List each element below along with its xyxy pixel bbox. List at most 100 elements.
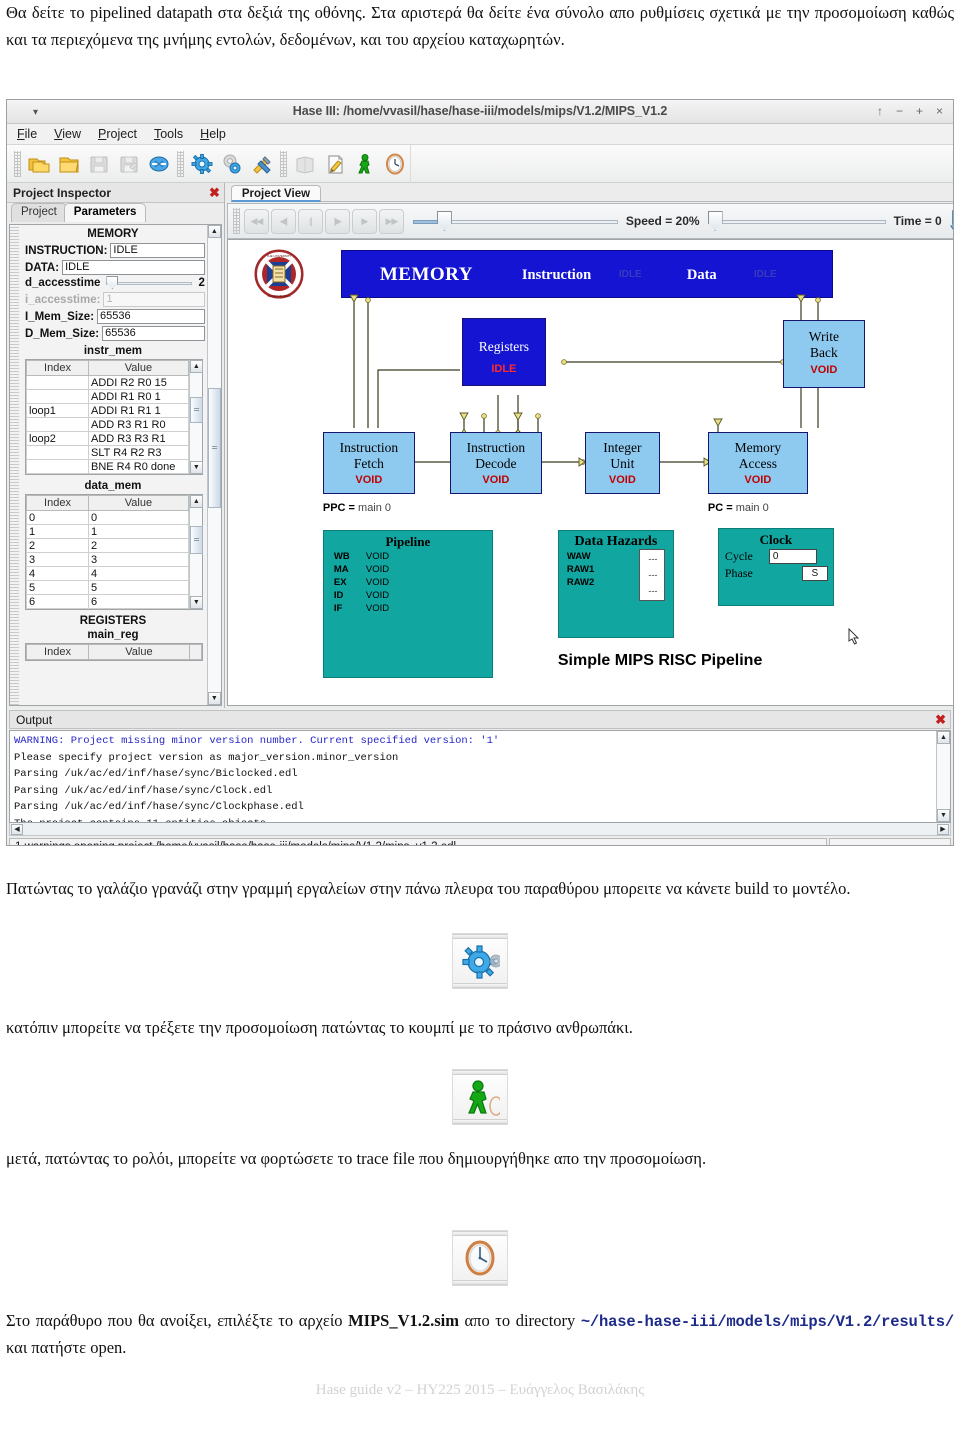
- speed-slider[interactable]: [412, 210, 618, 232]
- close-icon[interactable]: ✖: [209, 186, 220, 199]
- table-row[interactable]: loop2 ADD R3 R3 R1: [26, 431, 189, 446]
- scroll-down-icon[interactable]: ▼: [189, 596, 203, 609]
- slider-knob[interactable]: [436, 211, 452, 231]
- restore-icon[interactable]: ↑: [877, 104, 883, 118]
- step-forward-icon[interactable]: |▶: [324, 208, 350, 234]
- close-project-icon[interactable]: [145, 150, 173, 178]
- toolbar-grip-3[interactable]: [280, 150, 287, 177]
- time-slider[interactable]: [707, 210, 886, 232]
- i-mem-size-value[interactable]: 65536: [97, 309, 205, 324]
- scroll-up-icon[interactable]: ▲: [937, 731, 950, 744]
- column-header-value[interactable]: Value: [88, 495, 189, 511]
- output-vscrollbar[interactable]: ▲ ▼: [936, 731, 950, 822]
- slider-knob[interactable]: [707, 211, 723, 231]
- table-row[interactable]: ADDI R2 R0 15: [26, 375, 189, 390]
- data-value[interactable]: IDLE: [62, 260, 205, 275]
- tools-icon[interactable]: [248, 150, 276, 178]
- column-header-index[interactable]: Index: [26, 360, 89, 376]
- table-row[interactable]: 44: [26, 566, 189, 581]
- menu-item-help[interactable]: Help: [200, 127, 226, 141]
- tab-project-view[interactable]: Project View: [230, 185, 322, 202]
- open-folder-icon[interactable]: [55, 150, 83, 178]
- scroll-down-icon[interactable]: ▼: [189, 461, 203, 474]
- table-row[interactable]: BNE R4 R0 done: [26, 459, 189, 474]
- tab-project[interactable]: Project: [11, 203, 67, 222]
- scroll-right-icon[interactable]: ▶: [937, 823, 949, 835]
- clock-panel[interactable]: Clock Cycle 0 Phase S: [717, 528, 834, 606]
- fast-forward-icon[interactable]: ▶▶: [378, 208, 404, 234]
- integer-unit-block[interactable]: Integer Unit VOID: [584, 432, 660, 494]
- open-project-icon[interactable]: [25, 150, 53, 178]
- instruction-value[interactable]: IDLE: [110, 243, 205, 258]
- play-icon[interactable]: ▶: [351, 208, 377, 234]
- data-hazards-panel[interactable]: Data Hazards WAW RAW1 RAW2 --- --- ---: [557, 530, 674, 638]
- close-icon[interactable]: ×: [936, 104, 943, 118]
- scrollbar-track[interactable]: [189, 508, 203, 596]
- memory-unit-block[interactable]: MEMORY Instruction IDLE Data IDLE: [340, 250, 833, 298]
- scrollbar-track[interactable]: [207, 238, 221, 692]
- scroll-up-icon[interactable]: ▲: [189, 495, 203, 508]
- scroll-up-icon[interactable]: ▲: [189, 360, 203, 373]
- memory-access-block[interactable]: Memory Access VOID: [707, 432, 808, 494]
- toolbar-grip-2[interactable]: [177, 150, 184, 177]
- column-header-index[interactable]: Index: [26, 644, 89, 660]
- table-row[interactable]: loop1 ADDI R1 R1 1: [26, 403, 189, 418]
- scroll-down-icon[interactable]: ▼: [937, 809, 950, 822]
- instr-mem-scrollbar[interactable]: ▲ ▼: [188, 360, 203, 474]
- scrollbar-thumb[interactable]: [189, 397, 203, 423]
- scrollbar-track[interactable]: [937, 744, 950, 809]
- table-row[interactable]: 22: [26, 538, 189, 553]
- d-accesstime-slider[interactable]: [106, 276, 193, 289]
- scrollbar-track[interactable]: [189, 373, 203, 461]
- step-back-all-icon[interactable]: ◀◀: [243, 208, 269, 234]
- instruction-decode-block[interactable]: Instruction Decode VOID: [449, 432, 542, 494]
- sim-toolbar-grip[interactable]: [232, 208, 240, 234]
- load-trace-clock-icon[interactable]: [381, 150, 409, 178]
- pipeline-panel[interactable]: Pipeline WB VOID MA VOID EX VOID ID VOID IF V…: [322, 530, 493, 678]
- column-header-value[interactable]: Value: [88, 360, 189, 376]
- menu-item-project[interactable]: Project: [98, 127, 137, 141]
- instruction-fetch-block[interactable]: Instruction Fetch VOID: [322, 432, 415, 494]
- clock-cycle-value[interactable]: 0: [768, 549, 817, 564]
- table-row[interactable]: 66: [26, 594, 189, 609]
- scroll-down-icon[interactable]: ▼: [207, 692, 221, 705]
- table-row[interactable]: 33: [26, 552, 189, 567]
- output-hscrollbar[interactable]: ◀ ▶: [9, 823, 951, 836]
- step-back-icon[interactable]: ◀|: [270, 208, 296, 234]
- inspector-scrollbar[interactable]: ▲ ▼: [206, 225, 221, 705]
- diagram-canvas[interactable]: THE UNIVERSITY OF EDINBURGH MEMORY Instr…: [227, 240, 953, 705]
- d-mem-size-value[interactable]: 65536: [102, 326, 205, 341]
- minimize-icon[interactable]: −: [896, 104, 903, 118]
- table-row[interactable]: 11: [26, 524, 189, 539]
- pause-icon[interactable]: ||: [297, 208, 323, 234]
- scroll-left-icon[interactable]: ◀: [11, 823, 23, 835]
- edit-source-icon[interactable]: [321, 150, 349, 178]
- column-header-index[interactable]: Index: [26, 495, 89, 511]
- scrollbar-thumb[interactable]: [207, 388, 221, 508]
- menu-item-view[interactable]: View: [54, 127, 81, 141]
- slider-knob[interactable]: [106, 276, 119, 289]
- close-icon[interactable]: ✖: [935, 713, 946, 726]
- table-row[interactable]: ADDI R1 R0 1: [26, 389, 189, 404]
- write-back-block[interactable]: Write Back VOID: [782, 320, 865, 388]
- column-header-value[interactable]: Value: [88, 644, 190, 660]
- scroll-up-icon[interactable]: ▲: [207, 225, 221, 238]
- table-row[interactable]: 00: [26, 510, 189, 525]
- toolbar-grip[interactable]: [14, 150, 21, 177]
- menu-item-file[interactable]: File: [17, 127, 37, 141]
- output-body[interactable]: WARNING: Project missing minor version n…: [9, 730, 951, 823]
- table-row[interactable]: SLT R4 R2 R3: [26, 445, 189, 460]
- data-mem-scrollbar[interactable]: ▲ ▼: [188, 495, 203, 609]
- build-model-icon[interactable]: [188, 150, 216, 178]
- run-simulation-icon[interactable]: [351, 150, 379, 178]
- tab-parameters[interactable]: Parameters: [63, 203, 147, 222]
- menu-item-tools[interactable]: Tools: [154, 127, 183, 141]
- scrollbar-thumb[interactable]: [189, 526, 203, 554]
- table-row[interactable]: 55: [26, 580, 189, 595]
- table-row[interactable]: ADD R3 R1 R0: [26, 417, 189, 432]
- view-window-icon[interactable]: [949, 207, 953, 236]
- clock-phase-value[interactable]: S: [801, 566, 828, 581]
- maximize-icon[interactable]: +: [916, 104, 923, 118]
- rebuild-icon[interactable]: [218, 150, 246, 178]
- registers-block[interactable]: Registers IDLE: [461, 318, 546, 386]
